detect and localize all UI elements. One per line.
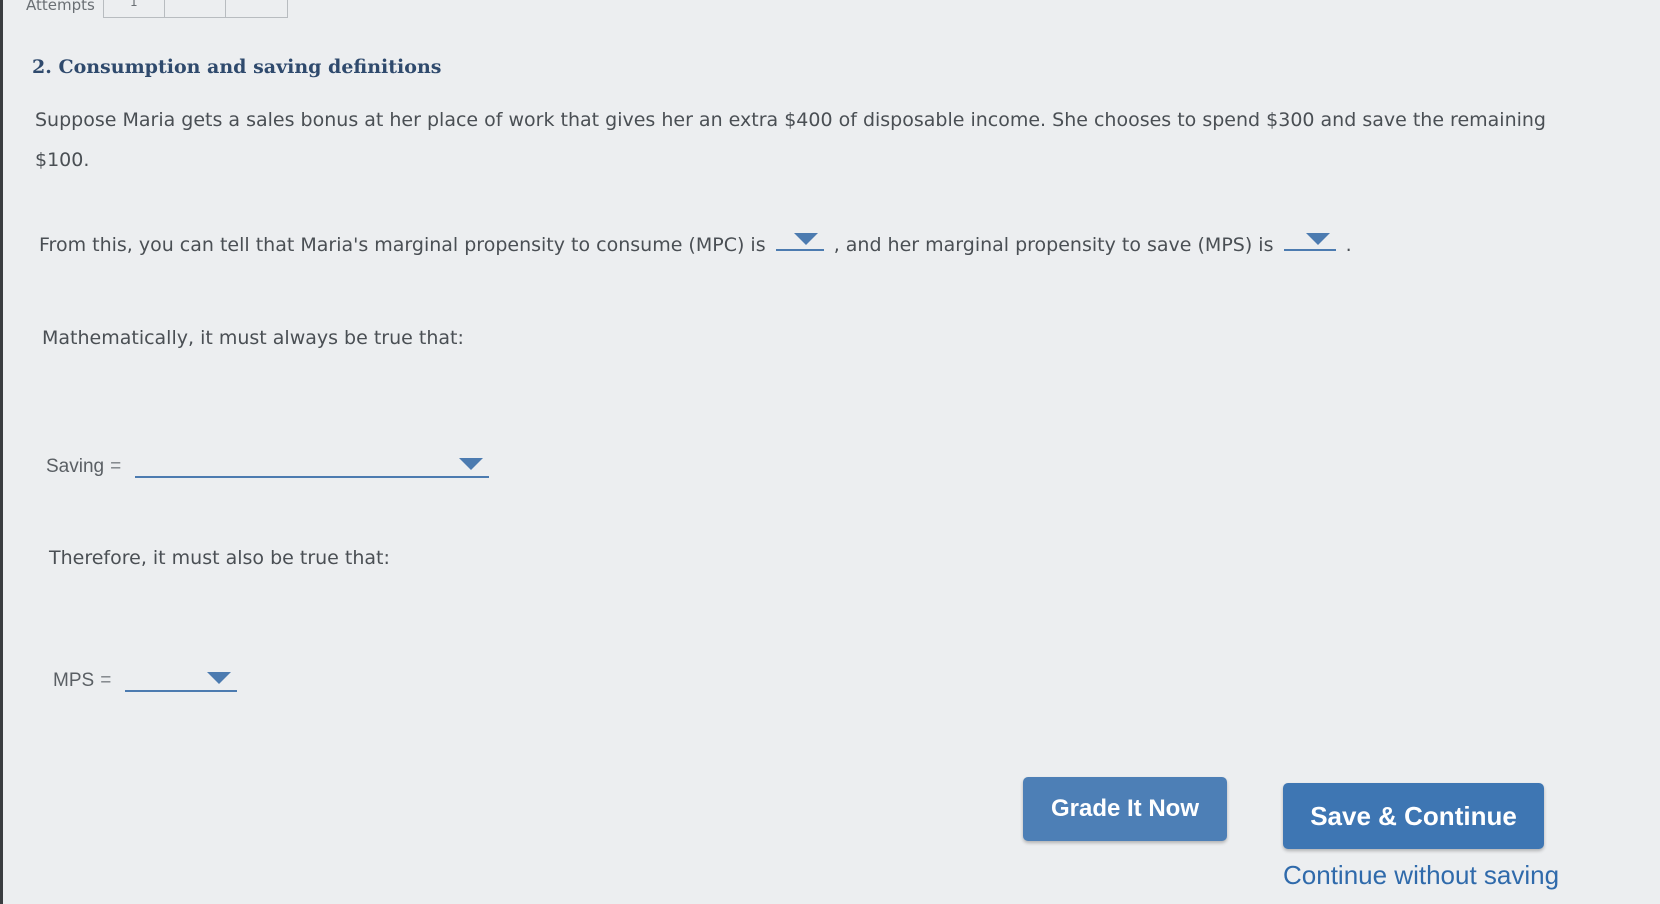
mps-label: MPS [53, 670, 95, 691]
saving-equation: Saving = [46, 452, 490, 478]
mps-equation: MPS = [53, 666, 238, 692]
grade-it-now-button[interactable]: Grade It Now [1023, 777, 1227, 841]
attempt-box-3 [226, 0, 287, 17]
equals-sign: = [100, 670, 112, 691]
attempt-box-2 [165, 0, 226, 17]
attempts-row: Attempts 1 [26, 0, 288, 18]
attempts-label: Attempts [26, 0, 95, 14]
save-and-continue-button[interactable]: Save & Continue [1283, 783, 1544, 849]
question-title: 2. Consumption and saving definitions [32, 56, 442, 78]
caret-down-icon [459, 458, 484, 470]
scenario-text: Suppose Maria gets a sales bonus at her … [35, 109, 1546, 171]
caret-down-icon [1305, 233, 1330, 245]
math-intro-text: Mathematically, it must always be true t… [42, 327, 464, 349]
attempts-boxes: 1 [102, 0, 288, 18]
therefore-text: Therefore, it must also be true that: [49, 547, 390, 569]
equals-sign: = [110, 456, 122, 477]
mps-formula-dropdown[interactable] [125, 666, 238, 692]
attempt-box-1: 1 [104, 0, 165, 17]
mpc-prefix-text: From this, you can tell that Maria's mar… [39, 234, 766, 256]
mps-middle-text: , and her marginal propensity to save (M… [833, 234, 1274, 256]
saving-dropdown[interactable] [135, 452, 490, 478]
mpc-dropdown[interactable] [775, 227, 824, 251]
caret-down-icon [207, 672, 232, 684]
caret-down-icon [793, 233, 818, 245]
saving-label: Saving [46, 456, 105, 477]
mps-dropdown[interactable] [1283, 227, 1336, 251]
continue-without-saving-link[interactable]: Continue without saving [1283, 860, 1559, 891]
mpc-mps-sentence: From this, you can tell that Maria's mar… [39, 225, 1539, 265]
mps-suffix-text: . [1345, 234, 1352, 256]
window-edge [0, 0, 3, 904]
